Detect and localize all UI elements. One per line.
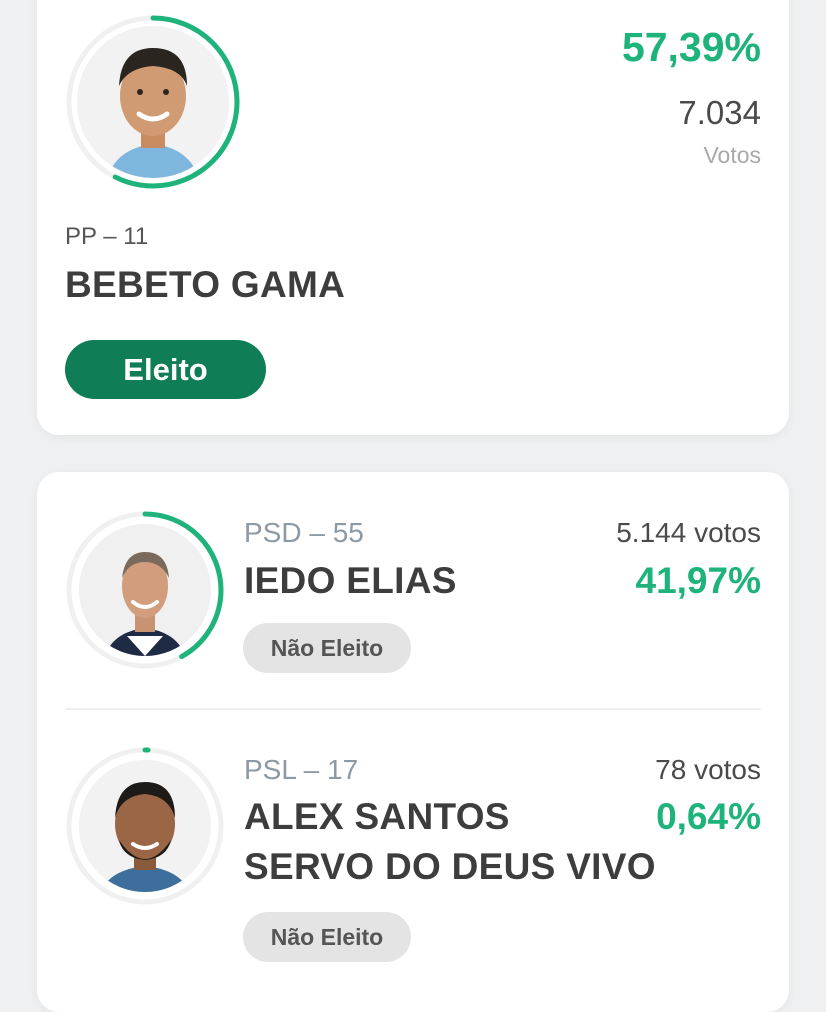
candidate-avatar-ring <box>65 746 225 906</box>
candidate-name-line1: ALEX SANTOS <box>244 796 510 837</box>
not-elected-badge: Não Eleito <box>243 912 411 962</box>
vote-percentage: 41,97% <box>635 560 762 601</box>
party-number: PSD – 55 <box>244 517 364 548</box>
elected-badge: Eleito <box>65 340 266 399</box>
party-number: PP – 11 <box>65 223 149 250</box>
avatar <box>77 26 229 178</box>
not-elected-badge: Não Eleito <box>243 623 411 673</box>
candidate-name: IEDO ELIAS <box>244 560 457 601</box>
candidate-name: BEBETO GAMA <box>65 264 346 305</box>
vote-count: 78 votos <box>655 754 761 785</box>
vote-percentage: 57,39% <box>621 24 761 70</box>
avatar <box>79 760 211 892</box>
party-number: PSL – 17 <box>244 754 359 785</box>
candidate-avatar-ring <box>65 510 225 670</box>
vote-count: 7.034 <box>678 94 761 131</box>
votes-label: Votos <box>703 142 761 168</box>
candidate-name-line2: SERVO DO DEUS VIVO <box>244 846 656 887</box>
winner-card[interactable]: 57,39% 7.034 Votos PP – 11 BEBETO GAMA E… <box>37 0 789 435</box>
divider <box>65 708 761 710</box>
candidate-avatar-ring <box>65 14 241 190</box>
vote-percentage: 0,64% <box>656 796 761 837</box>
avatar <box>79 524 211 656</box>
vote-count: 5.144 votos <box>616 517 761 548</box>
other-candidates-card: PSD – 55 IEDO ELIAS 5.144 votos 41,97% N… <box>37 472 789 1012</box>
